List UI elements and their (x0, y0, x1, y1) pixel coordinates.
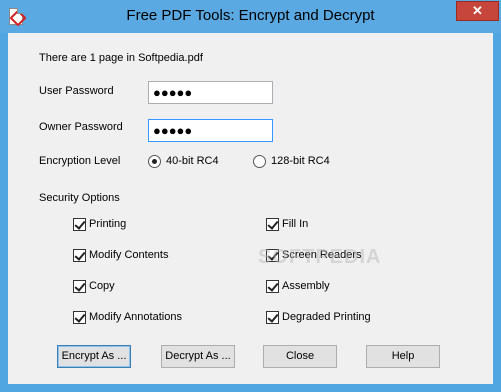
decrypt-as-button[interactable]: Decrypt As ... (161, 345, 235, 368)
checkbox-label: Printing (89, 218, 127, 230)
page-count-text: There are 1 page in Softpedia.pdf (39, 52, 203, 64)
checkbox-modify-annotations[interactable]: Modify Annotations (73, 310, 203, 326)
help-button[interactable]: Help (366, 345, 440, 368)
checkbox-label: Degraded Printing (282, 311, 371, 323)
window-title: Free PDF Tools: Encrypt and Decrypt (126, 7, 375, 24)
owner-password-label: Owner Password (39, 121, 123, 133)
security-options-label: Security Options (39, 192, 120, 204)
checkbox-copy[interactable]: Copy (73, 279, 193, 295)
watermark-logo: SOFTPEDIA (258, 246, 382, 268)
checkbox[interactable] (73, 249, 86, 262)
checkbox[interactable] (266, 280, 279, 293)
encryption-level-label: Encryption Level (39, 155, 121, 167)
radio-button[interactable] (148, 155, 161, 168)
checkbox[interactable] (266, 218, 279, 231)
checkbox-label: Modify Contents (89, 249, 169, 261)
checkbox-printing[interactable]: Printing (73, 217, 193, 233)
user-password-label: User Password (39, 85, 114, 97)
radio-128bit-label: 128-bit RC4 (271, 155, 330, 167)
checkbox-label: Fill In (282, 218, 309, 230)
close-icon[interactable]: ✕ (456, 1, 499, 21)
radio-40bit-rc4[interactable]: 40-bit RC4 (148, 154, 238, 170)
checkbox[interactable] (266, 311, 279, 324)
radio-128bit-rc4[interactable]: 128-bit RC4 (253, 154, 343, 170)
owner-password-field[interactable]: ●●●●● (148, 119, 273, 142)
close-button[interactable]: Close (263, 345, 337, 368)
checkbox-label: Modify Annotations (89, 311, 182, 323)
title-bar[interactable]: Free PDF Tools: Encrypt and Decrypt ✕ (0, 0, 501, 33)
checkbox-fill-in[interactable]: Fill In (266, 217, 386, 233)
radio-40bit-label: 40-bit RC4 (166, 155, 219, 167)
radio-button[interactable] (253, 155, 266, 168)
user-password-field[interactable]: ●●●●● (148, 81, 273, 104)
checkbox-modify-contents[interactable]: Modify Contents (73, 248, 193, 264)
checkbox[interactable] (73, 280, 86, 293)
checkbox-label: Assembly (282, 280, 330, 292)
checkbox-assembly[interactable]: Assembly (266, 279, 386, 295)
app-window: Free PDF Tools: Encrypt and Decrypt ✕ Th… (0, 0, 501, 392)
checkbox[interactable] (73, 218, 86, 231)
checkbox-label: Copy (89, 280, 115, 292)
dialog-body: There are 1 page in Softpedia.pdf User P… (8, 33, 493, 384)
checkbox[interactable] (73, 311, 86, 324)
encrypt-as-button[interactable]: Encrypt As ... (57, 345, 131, 368)
checkbox-degraded-printing[interactable]: Degraded Printing (266, 310, 396, 326)
